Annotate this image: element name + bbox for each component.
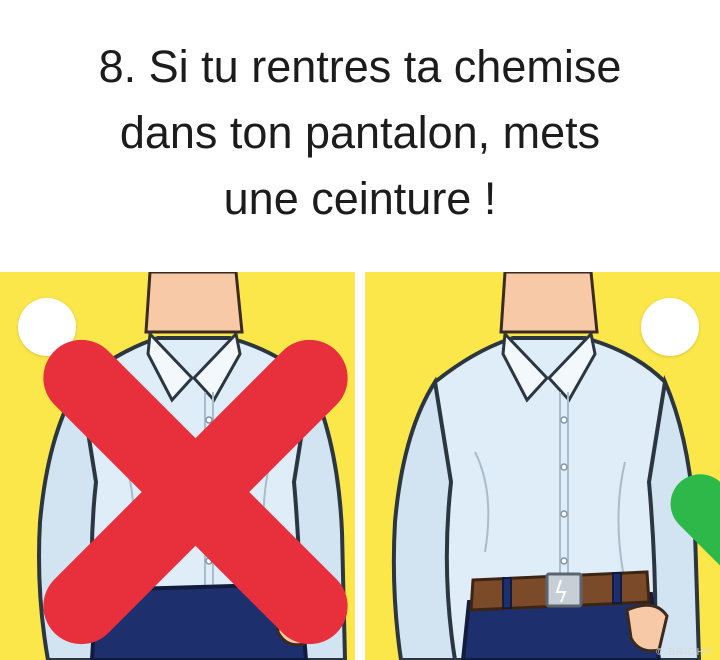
title-line-1: 8. Si tu rentres ta chemise <box>98 41 622 92</box>
watermark: © BRIGHT <box>656 647 712 658</box>
check-icon <box>670 474 720 566</box>
panel-with-belt: © BRIGHT <box>365 272 720 660</box>
page-title: 8. Si tu rentres ta chemise dans ton pan… <box>0 34 720 232</box>
panel-without-belt <box>0 272 355 660</box>
title-line-3: une ceinture ! <box>223 173 497 224</box>
cross-icon <box>43 339 348 645</box>
status-badge-correct <box>641 298 720 566</box>
title-line-2: dans ton pantalon, mets <box>119 107 601 158</box>
status-badge-wrong <box>18 298 348 645</box>
